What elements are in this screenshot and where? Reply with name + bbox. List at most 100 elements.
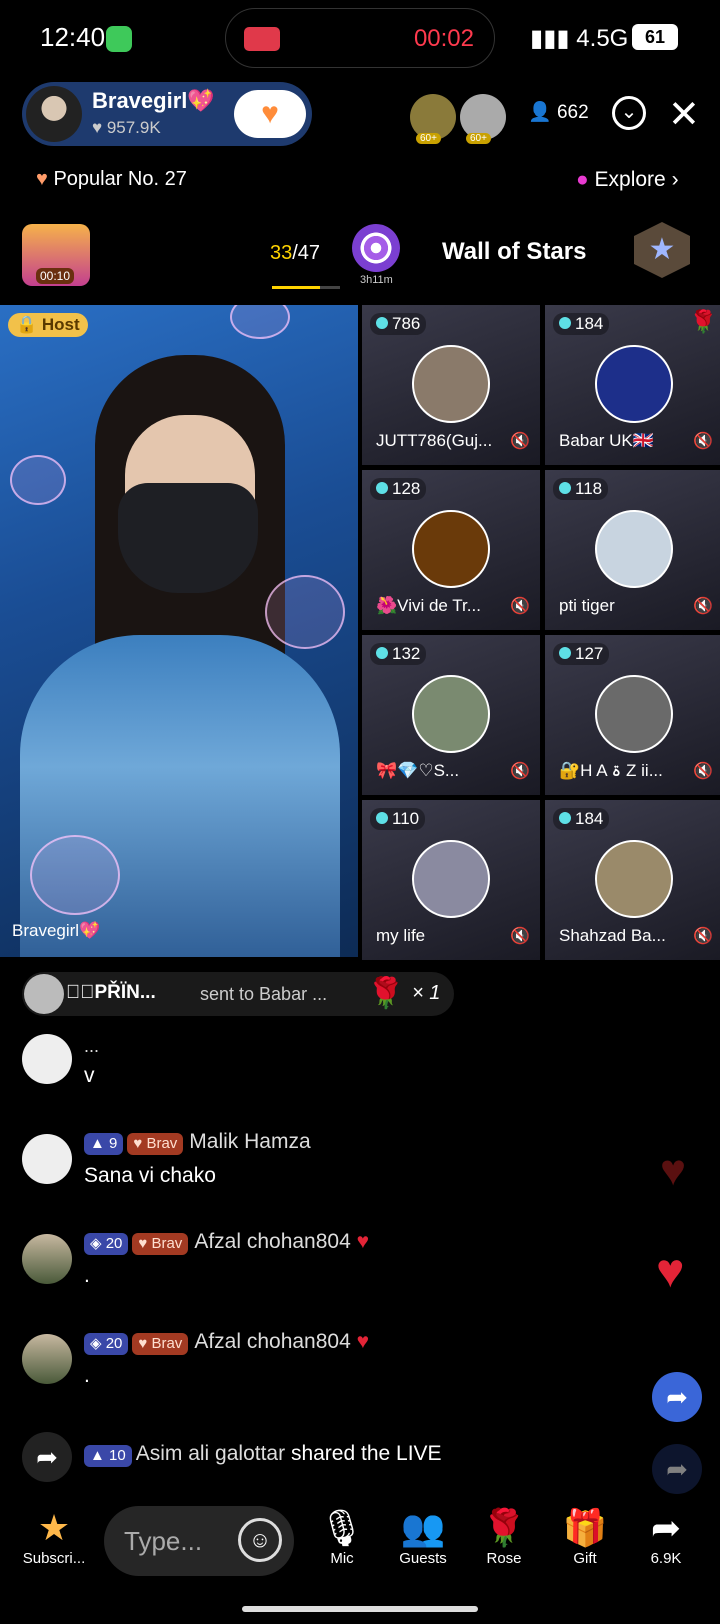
explore-label: Explore	[594, 168, 666, 191]
guest-avatar[interactable]	[595, 345, 673, 423]
level-badge: ▲ 10	[84, 1445, 132, 1467]
guest-tile[interactable]: 118 pti tiger 🔇	[545, 470, 720, 630]
guest-count: 184	[575, 809, 604, 828]
guest-avatar[interactable]	[595, 675, 673, 753]
level-badge: ◈ 20	[84, 1233, 129, 1255]
viewer-badge: 60+	[416, 133, 441, 144]
close-icon[interactable]: ✕	[668, 92, 700, 137]
level-value: 20	[105, 1335, 123, 1352]
guest-count: 110	[392, 809, 420, 828]
home-indicator[interactable]	[242, 1606, 478, 1612]
guest-tile[interactable]: 128 🌺Vivi de Tr... 🔇	[362, 470, 540, 630]
emoji-icon[interactable]: ☺	[238, 1518, 282, 1562]
star-badge-icon[interactable]: ★	[634, 222, 690, 278]
share-username[interactable]: Asim ali galottar	[136, 1442, 285, 1465]
guest-tile[interactable]: 786 JUTT786(Guj... 🔇	[362, 305, 540, 465]
gift-sender-avatar[interactable]	[24, 974, 64, 1014]
mic-muted-icon: 🔇	[693, 763, 713, 780]
host-avatar[interactable]	[26, 86, 82, 142]
chat-avatar[interactable]	[22, 1034, 72, 1084]
share-line: ▲ 10 Asim ali galottar shared the LIVE	[84, 1442, 442, 1467]
wall-of-stars-title[interactable]: Wall of Stars	[442, 238, 586, 266]
chat-avatar[interactable]	[22, 1134, 72, 1184]
viewer-badge: 60+	[466, 133, 491, 144]
follow-button[interactable]: ♥	[234, 90, 306, 138]
chat-username[interactable]: Afzal chohan804	[194, 1230, 350, 1253]
guest-count-badge: 786	[370, 313, 427, 335]
guest-avatar[interactable]	[595, 840, 673, 918]
guest-count: 118	[575, 479, 603, 498]
guest-tile[interactable]: 184 Shahzad Ba... 🔇	[545, 800, 720, 960]
chat-avatar[interactable]	[22, 1234, 72, 1284]
viewer-count[interactable]: 👤 662	[528, 100, 589, 124]
guest-tile[interactable]: 127 🔐H A ۃ Z ii... 🔇	[545, 635, 720, 795]
coin-icon	[376, 647, 388, 659]
fan-badge: ♥ Brav	[132, 1233, 189, 1255]
battery-indicator: 61	[632, 24, 678, 50]
guest-avatar[interactable]	[412, 840, 490, 918]
explore-button[interactable]: ● Explore ›	[576, 168, 679, 192]
guests-button[interactable]: 👥 Guests	[383, 1506, 463, 1567]
guest-name: Babar UK🇬🇧	[559, 431, 654, 450]
popular-rank[interactable]: ♥ Popular No. 27	[36, 168, 187, 191]
target-icon[interactable]	[352, 224, 400, 272]
guest-avatar[interactable]	[412, 345, 490, 423]
chevron-down-icon[interactable]: ⌄	[612, 96, 646, 130]
progress-current: 33	[270, 242, 293, 264]
chat-username[interactable]: Afzal chohan804	[194, 1330, 350, 1353]
guest-avatar[interactable]	[595, 510, 673, 588]
heart-icon: ♥	[36, 168, 48, 190]
rose-icon: 🌹	[689, 309, 717, 334]
host-video[interactable]: 🔒 Host Bravegirl💖	[0, 305, 358, 957]
heart-icon: ♥	[356, 1230, 370, 1253]
chat-header: ◈ 20 ♥ Brav Afzal chohan804 ♥	[84, 1230, 369, 1255]
network-indicator: ▮▮▮ 4.5G	[530, 25, 629, 52]
guest-tile[interactable]: 184 Babar UK🇬🇧 🔇 🌹	[545, 305, 720, 465]
top-viewer-avatar[interactable]: 60+	[410, 94, 456, 144]
host-profile-pill[interactable]: Bravegirl💖 ♥ 957.9K ♥	[22, 82, 312, 146]
guests-label: Guests	[399, 1550, 447, 1567]
progress-total: /47	[292, 242, 321, 264]
level-value: 20	[105, 1235, 123, 1252]
guest-name: pti tiger	[559, 596, 615, 615]
gift-button[interactable]: 🎁 Gift	[545, 1506, 625, 1567]
heart-bubble-decoration	[230, 305, 290, 339]
guest-count-badge: 127	[553, 643, 610, 665]
share-arrow-icon[interactable]: ➦	[652, 1444, 702, 1494]
coin-icon	[559, 317, 571, 329]
chat-avatar[interactable]	[22, 1334, 72, 1384]
mic-muted-icon: 🔇	[510, 763, 530, 780]
host-tag-label: Host	[41, 315, 80, 334]
guest-avatar[interactable]	[412, 510, 490, 588]
progress-fill	[272, 286, 320, 289]
popular-rank-label: Popular No. 27	[53, 168, 187, 190]
guest-avatar[interactable]	[412, 675, 490, 753]
host-video-name: Bravegirl💖	[12, 921, 101, 940]
screen-record-pill[interactable]: 00:02	[225, 8, 495, 68]
share-button[interactable]: ➦ 6.9K	[626, 1506, 706, 1567]
share-arrow-icon[interactable]: ➦	[22, 1432, 72, 1482]
coin-icon	[559, 647, 571, 659]
subscribe-button[interactable]: ★ Subscri...	[14, 1506, 94, 1567]
guest-name: 🌺Vivi de Tr...	[376, 596, 481, 615]
top-viewer-avatar[interactable]: 60+	[460, 94, 506, 144]
share-arrow-icon[interactable]: ➦	[652, 1372, 702, 1422]
coin-icon	[559, 482, 571, 494]
chat-header: ◈ 20 ♥ Brav Afzal chohan804 ♥	[84, 1330, 369, 1355]
coin-icon	[376, 317, 388, 329]
coin-icon	[376, 482, 388, 494]
host-likes: ♥ 957.9K	[92, 118, 161, 137]
progress-bar	[272, 286, 340, 289]
guests-icon: 👥	[400, 1507, 446, 1548]
chat-username[interactable]: Malik Hamza	[189, 1130, 310, 1153]
fan-badge: ♥ Brav	[127, 1133, 184, 1155]
guest-tile[interactable]: 132 🎀💎♡S... 🔇	[362, 635, 540, 795]
mic-button[interactable]: 🎙 Mic	[302, 1506, 382, 1567]
guest-tile[interactable]: 110 my life 🔇	[362, 800, 540, 960]
rose-icon: 🌹	[367, 977, 405, 1010]
fan-badge-label: Brav	[151, 1335, 183, 1352]
guest-count: 128	[392, 479, 421, 498]
comment-input[interactable]: Type... ☺	[104, 1506, 294, 1576]
rose-button[interactable]: 🌹 Rose	[464, 1506, 544, 1567]
guest-count-badge: 110	[370, 808, 426, 830]
